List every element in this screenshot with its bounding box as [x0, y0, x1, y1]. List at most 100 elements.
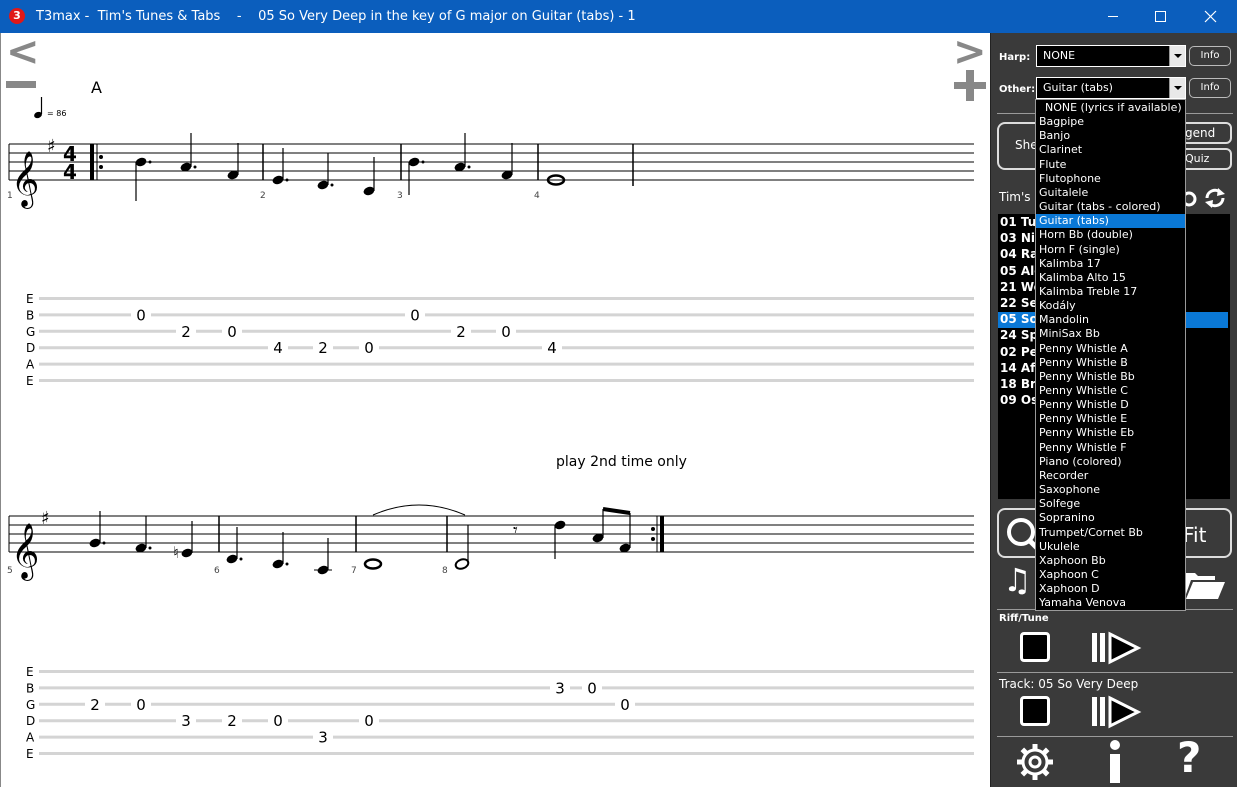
dropdown-option[interactable]: Trumpet/Cornet Bb	[1036, 526, 1185, 540]
dropdown-option[interactable]: Xaphoon C	[1036, 568, 1185, 582]
close-icon	[1204, 10, 1217, 23]
help-button[interactable]: ?	[1177, 733, 1201, 782]
dropdown-option[interactable]: Saxophone	[1036, 483, 1185, 497]
divider	[997, 672, 1233, 673]
dropdown-option[interactable]: Mandolin	[1036, 313, 1185, 327]
next-page-button[interactable]: >	[953, 33, 987, 75]
tab-fret-number: 4	[273, 339, 283, 357]
dropdown-option[interactable]: Yamaha Venova	[1036, 596, 1185, 610]
zoom-out-minus-icon[interactable]	[6, 81, 36, 88]
app-logo-icon: 3	[9, 8, 25, 24]
dropdown-option[interactable]: NONE (lyrics if available)	[1036, 101, 1185, 115]
dropdown-option[interactable]: Penny Whistle D	[1036, 398, 1185, 412]
tab-string-label: D	[26, 714, 35, 728]
riff-stop-button[interactable]	[1020, 632, 1050, 662]
tab-fret-number: 0	[273, 712, 283, 730]
info-icon[interactable]	[1107, 739, 1123, 785]
track-stop-button[interactable]	[1020, 696, 1050, 726]
dropdown-option[interactable]: Flutophone	[1036, 172, 1185, 186]
dropdown-option[interactable]: Kodály	[1036, 299, 1185, 313]
dropdown-option[interactable]: Flute	[1036, 158, 1185, 172]
dropdown-option[interactable]: Sopranino	[1036, 511, 1185, 525]
tab-string-label: B	[26, 308, 34, 322]
app-window: 3 T3max - Tim's Tunes & Tabs - 05 So Ver…	[0, 0, 1237, 787]
measure-number: 3	[397, 191, 403, 201]
treble-clef-icon: 𝄞	[11, 523, 39, 581]
tab-fret-number: 0	[136, 306, 146, 324]
minimize-icon	[1108, 16, 1118, 17]
dropdown-option[interactable]: Solfege	[1036, 497, 1185, 511]
dropdown-option[interactable]: Clarinet	[1036, 143, 1185, 157]
dropdown-option[interactable]: Penny Whistle E	[1036, 412, 1185, 426]
dropdown-option[interactable]: Recorder	[1036, 469, 1185, 483]
dropdown-option[interactable]: Penny Whistle B	[1036, 356, 1185, 370]
harp-info-button[interactable]: Info	[1189, 46, 1231, 66]
tab-string-label: E	[26, 747, 34, 761]
tablature-system-1: EBGDAE02 04 2 002 04	[26, 292, 974, 388]
dropdown-option[interactable]: Penny Whistle Eb	[1036, 426, 1185, 440]
dropdown-option[interactable]: Xaphoon D	[1036, 582, 1185, 596]
dropdown-option[interactable]: Kalimba 17	[1036, 257, 1185, 271]
dropdown-option[interactable]: Penny Whistle F	[1036, 441, 1185, 455]
minimize-button[interactable]	[1089, 0, 1137, 33]
dropdown-option[interactable]: Ukulele	[1036, 540, 1185, 554]
score-annotation: play 2nd time only	[556, 454, 687, 470]
tab-fret-number: 2	[90, 696, 100, 714]
tab-fret-number: 0	[364, 712, 374, 730]
tab-string-label: E	[26, 292, 34, 306]
close-button[interactable]	[1185, 0, 1237, 33]
dropdown-option[interactable]: Penny Whistle Bb	[1036, 370, 1185, 384]
chevron-down-icon[interactable]	[1169, 78, 1185, 98]
tab-fret-number: 3	[555, 679, 565, 697]
dropdown-option[interactable]: Xaphoon Bb	[1036, 554, 1185, 568]
tab-fret-number: 0	[587, 679, 597, 697]
notes-system-1	[135, 133, 566, 201]
tab-string-label: A	[26, 358, 35, 372]
refresh-icon[interactable]	[1203, 186, 1227, 210]
dropdown-option[interactable]: Kalimba Alto 15	[1036, 271, 1185, 285]
track-play-pause-button[interactable]	[1090, 695, 1146, 729]
measure-number: 1	[7, 191, 13, 201]
dropdown-option[interactable]: Kalimba Treble 17	[1036, 285, 1185, 299]
score-area[interactable]: < > A = 86 𝄞 ♯ 4 4 1 2 3 4 E B G D A E 0…	[0, 33, 990, 787]
dropdown-option[interactable]: Guitar (tabs - colored)	[1036, 200, 1185, 214]
riff-play-pause-button[interactable]	[1090, 631, 1146, 665]
dropdown-option[interactable]: MiniSax Bb	[1036, 327, 1185, 341]
dropdown-option[interactable]: Guitalele	[1036, 186, 1185, 200]
dropdown-option[interactable]: Piano (colored)	[1036, 455, 1185, 469]
tab-string-label: G	[26, 698, 35, 712]
prev-page-button[interactable]: <	[6, 33, 40, 75]
other-instrument-select[interactable]: Guitar (tabs)	[1036, 77, 1186, 99]
staff-system-2	[8, 515, 974, 553]
dropdown-option[interactable]: Horn F (single)	[1036, 243, 1185, 257]
tab-fret-number: 3	[181, 712, 191, 730]
tab-string-label: D	[26, 341, 35, 355]
other-select-value: Guitar (tabs)	[1043, 81, 1113, 94]
dropdown-option[interactable]: Banjo	[1036, 129, 1185, 143]
maximize-button[interactable]	[1137, 0, 1185, 33]
maximize-icon	[1155, 11, 1166, 22]
music-note-icon[interactable]: ♫	[1003, 561, 1032, 599]
dropdown-option[interactable]: Horn Bb (double)	[1036, 228, 1185, 242]
measure-number: 6	[214, 566, 220, 576]
harp-select[interactable]: NONE	[1036, 45, 1186, 67]
window-title: T3max - Tim's Tunes & Tabs - 05 So Very …	[36, 9, 636, 24]
riff-tune-label: Riff/Tune	[999, 613, 1049, 624]
dropdown-option[interactable]: Penny Whistle C	[1036, 384, 1185, 398]
instrument-dropdown-list[interactable]: NONE (lyrics if available) Bagpipe Banjo Cl…	[1035, 99, 1186, 611]
harp-select-value: NONE	[1043, 49, 1076, 62]
dropdown-option[interactable]: Bagpipe	[1036, 115, 1185, 129]
other-info-button[interactable]: Info	[1189, 78, 1231, 98]
open-folder-icon[interactable]	[1181, 565, 1227, 601]
tab-fret-number: 2	[318, 339, 328, 357]
settings-gear-icon[interactable]	[1014, 741, 1056, 783]
chevron-down-icon[interactable]	[1169, 46, 1185, 66]
chord-label: A	[91, 78, 102, 97]
tab-fret-number: 0	[620, 696, 630, 714]
tempo-value: = 86	[47, 109, 66, 118]
measure-number: 7	[351, 566, 357, 576]
dropdown-option[interactable]: Penny Whistle A	[1036, 342, 1185, 356]
tab-fret-number: 2	[181, 323, 191, 341]
key-signature-sharp: ♯	[47, 136, 56, 157]
dropdown-option[interactable]: Guitar (tabs)	[1036, 214, 1185, 229]
